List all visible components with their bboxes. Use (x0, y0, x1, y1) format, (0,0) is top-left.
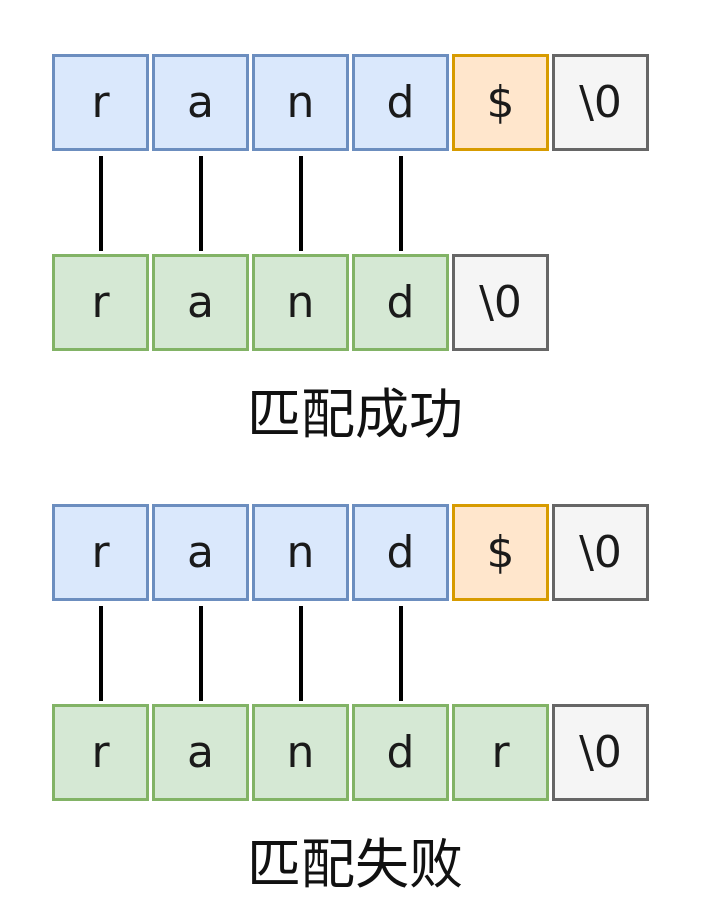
top-cell: a (152, 504, 249, 601)
top-cell-terminator: \0 (552, 504, 649, 601)
match-connector-line (99, 606, 103, 701)
bottom-cell: n (252, 704, 349, 801)
bottom-cell: r (52, 704, 149, 801)
match-connector-line (399, 156, 403, 251)
match-connector-line (299, 606, 303, 701)
top-cell: n (252, 504, 349, 601)
bottom-cell: n (252, 254, 349, 351)
match-connector-line (99, 156, 103, 251)
match-connector-line (399, 606, 403, 701)
top-cell-dollar: $ (452, 54, 549, 151)
bottom-cell: d (352, 704, 449, 801)
top-cell-dollar: $ (452, 504, 549, 601)
top-cell: r (52, 504, 149, 601)
bottom-cell-terminator: \0 (552, 704, 649, 801)
top-cell: n (252, 54, 349, 151)
bottom-cell: d (352, 254, 449, 351)
match-connector-line (299, 156, 303, 251)
bottom-cell: a (152, 254, 249, 351)
top-cell-terminator: \0 (552, 54, 649, 151)
top-cell: d (352, 54, 449, 151)
bottom-cell-extra: r (452, 704, 549, 801)
bottom-cell-terminator: \0 (452, 254, 549, 351)
caption-match-failure: 匹配失败 (247, 833, 463, 896)
top-cell: r (52, 54, 149, 151)
bottom-cell: a (152, 704, 249, 801)
bottom-cell: r (52, 254, 149, 351)
match-connector-line (199, 606, 203, 701)
caption-match-success: 匹配成功 (247, 383, 463, 446)
top-cell: d (352, 504, 449, 601)
top-cell: a (152, 54, 249, 151)
match-connector-line (199, 156, 203, 251)
